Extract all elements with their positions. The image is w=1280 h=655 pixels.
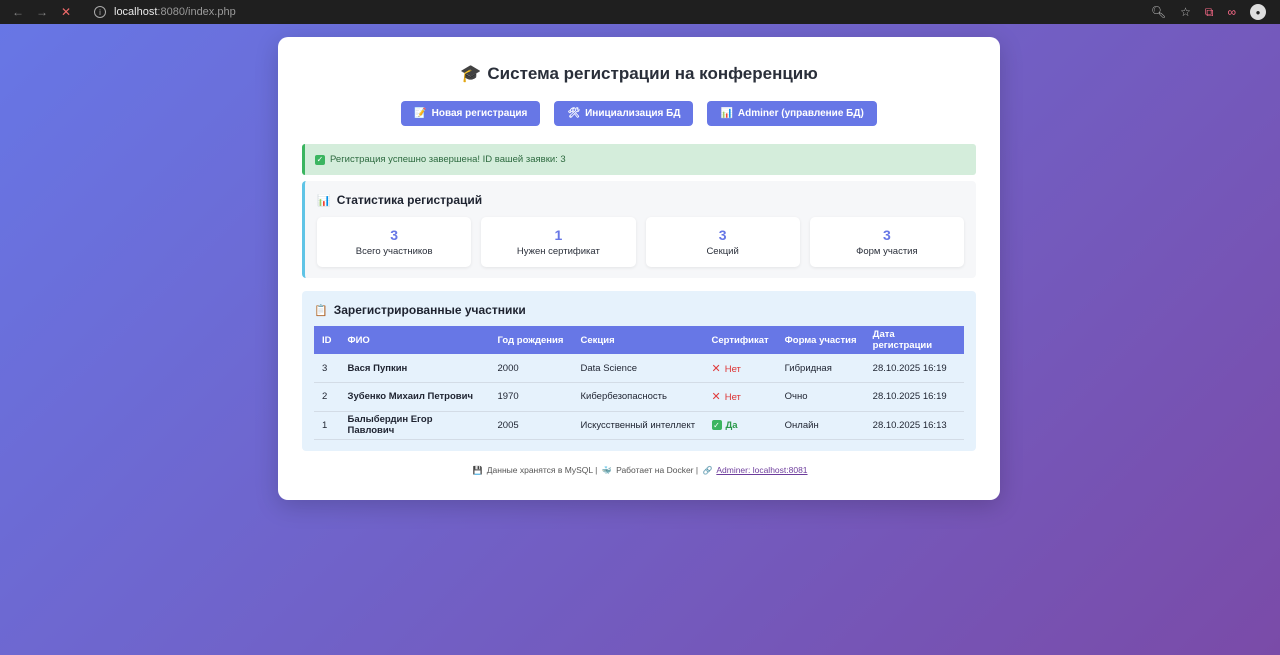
link-icon: 🔗 — [702, 466, 713, 475]
init-db-label: Инициализация БД — [585, 108, 681, 119]
cell-section: Искусственный интеллект — [572, 411, 704, 441]
participants-panel: 📋 Зарегистрированные участники ID ФИО Год… — [302, 291, 976, 451]
stat-value: 3 — [882, 227, 891, 243]
column-header-certificate: Сертификат — [711, 334, 769, 346]
new-registration-label: Новая регистрация — [431, 108, 528, 119]
stats-title: 📊 Статистика регистраций — [317, 193, 964, 207]
address-bar[interactable]: i localhost:8080/index.php — [94, 6, 236, 18]
adminer-label: Adminer (управление БД) — [737, 108, 864, 119]
column-header-id: ID — [322, 334, 332, 346]
table-header-row: ID ФИО Год рождения Секция Сертификат Фо… — [314, 326, 964, 354]
cell-date: 28.10.2025 16:19 — [864, 354, 964, 384]
bar-chart-icon: 📊 — [317, 194, 331, 207]
table-row: 3 Вася Пупкин 2000 Data Science ✕ Нет Гиб… — [314, 354, 964, 384]
zoom-icon[interactable]: 🔍︎ — [1151, 5, 1166, 19]
check-mark-icon: ✓ — [315, 154, 325, 165]
cell-name: Балыбердин Егор Павлович — [339, 411, 490, 441]
column-header-form: Форма участия — [784, 334, 857, 346]
cell-id: 3 — [314, 354, 340, 384]
init-db-button[interactable]: 🛠 Инициализация БД — [554, 101, 694, 126]
cell-certificate: ✕ Нет — [703, 382, 777, 412]
column-header-name: ФИО — [347, 334, 370, 346]
url-host: localhost — [114, 6, 158, 18]
page-title: 🎓 Система регистрации на конференцию — [302, 63, 976, 85]
cell-birth-year: 2005 — [489, 411, 573, 441]
action-buttons: 📝 Новая регистрация 🛠 Инициализация БД 📊 Ad… — [302, 101, 976, 126]
stat-participation-forms: 3 Форм участия — [809, 217, 964, 267]
forward-arrow-icon[interactable]: → — [32, 2, 52, 22]
stats-title-text: Статистика регистраций — [336, 193, 483, 207]
certificate-value: Нет — [724, 363, 741, 375]
memo-icon: 📝 — [414, 108, 427, 119]
page-title-text: Система регистрации на конференцию — [487, 64, 818, 83]
bookmark-star-icon[interactable]: ☆ — [1180, 5, 1191, 19]
stat-label: Нужен сертификат — [516, 246, 600, 257]
column-header-date: Дата регистрации — [872, 329, 933, 351]
alert-message: Регистрация успешно завершена! ID вашей … — [330, 154, 566, 165]
cell-certificate: ✕ Нет — [703, 354, 777, 384]
success-alert: ✓ Регистрация успешно завершена! ID ваше… — [302, 144, 976, 175]
stat-label: Секций — [706, 246, 739, 257]
column-header-birth-year: Год рождения — [497, 334, 564, 346]
stat-label: Форм участия — [856, 246, 918, 257]
stop-loading-icon[interactable]: ✕ — [56, 2, 76, 22]
profile-avatar-icon[interactable]: ● — [1250, 4, 1266, 20]
cell-form: Очно — [776, 382, 865, 412]
back-arrow-icon[interactable]: ← — [8, 2, 28, 22]
cell-section: Data Science — [572, 354, 704, 384]
adminer-button[interactable]: 📊 Adminer (управление БД) — [707, 101, 877, 126]
cell-date: 28.10.2025 16:13 — [864, 411, 964, 441]
stats-panel: 📊 Статистика регистраций 3 Всего участник… — [302, 181, 976, 278]
cell-id: 2 — [314, 382, 340, 412]
chart-icon: 📊 — [720, 108, 733, 119]
extension-glasses-icon[interactable]: ∞ — [1227, 5, 1236, 19]
stat-sections: 3 Секций — [645, 217, 800, 267]
stat-value: 3 — [390, 227, 399, 243]
url-path: :8080/index.php — [157, 6, 236, 18]
main-card: 🎓 Система регистрации на конференцию 📝 Нов… — [278, 37, 1000, 500]
column-header-section: Секция — [580, 334, 615, 346]
cell-form: Онлайн — [776, 411, 865, 441]
floppy-disk-icon: 💾 — [472, 466, 483, 475]
footer: 💾 Данные хранятся в MySQL | 🐳 Работает н… — [302, 465, 976, 475]
cell-form: Гибридная — [776, 354, 865, 384]
extension-puzzle-icon[interactable]: ⧉ — [1205, 5, 1214, 20]
cell-name: Зубенко Михаил Петрович — [339, 382, 490, 412]
table-row: 2 Зубенко Михаил Петрович 1970 Кибербезо… — [314, 382, 964, 412]
cell-id: 1 — [314, 411, 340, 441]
cell-birth-year: 1970 — [489, 382, 573, 412]
cell-date: 28.10.2025 16:19 — [864, 382, 964, 412]
certificate-value: Нет — [724, 392, 741, 404]
check-mark-icon: ✓ — [711, 420, 722, 431]
cell-section: Кибербезопасность — [572, 382, 704, 412]
cell-certificate: ✓ Да — [703, 411, 777, 441]
footer-mysql-text: Данные хранятся в MySQL | — [486, 465, 598, 475]
docker-whale-icon: 🐳 — [601, 466, 612, 475]
adminer-link[interactable]: Adminer: localhost:8081 — [716, 465, 807, 475]
cell-name: Вася Пупкин — [339, 354, 490, 384]
graduation-cap-icon: 🎓 — [460, 64, 482, 83]
stat-value: 3 — [718, 227, 727, 243]
cross-mark-icon: ✕ — [711, 362, 721, 375]
participants-title: 📋 Зарегистрированные участники — [314, 303, 964, 317]
participants-title-text: Зарегистрированные участники — [333, 303, 526, 317]
tools-icon: 🛠 — [567, 108, 581, 119]
stat-certificate-needed: 1 Нужен сертификат — [481, 217, 636, 267]
new-registration-button[interactable]: 📝 Новая регистрация — [401, 101, 541, 126]
site-info-icon[interactable]: i — [94, 6, 106, 18]
participants-table: ID ФИО Год рождения Секция Сертификат Фо… — [314, 326, 964, 441]
browser-toolbar: ← → ✕ i localhost:8080/index.php 🔍︎ ☆ ⧉ … — [0, 0, 1280, 24]
stat-total-participants: 3 Всего участников — [317, 217, 472, 267]
table-row: 1 Балыбердин Егор Павлович 2005 Искусств… — [314, 411, 964, 441]
cross-mark-icon: ✕ — [711, 391, 721, 404]
footer-docker-text: Работает на Docker | — [616, 465, 699, 475]
stat-value: 1 — [554, 227, 563, 243]
certificate-value: Да — [725, 419, 738, 431]
clipboard-icon: 📋 — [314, 304, 328, 317]
cell-birth-year: 2000 — [489, 354, 573, 384]
stat-label: Всего участников — [355, 246, 433, 257]
